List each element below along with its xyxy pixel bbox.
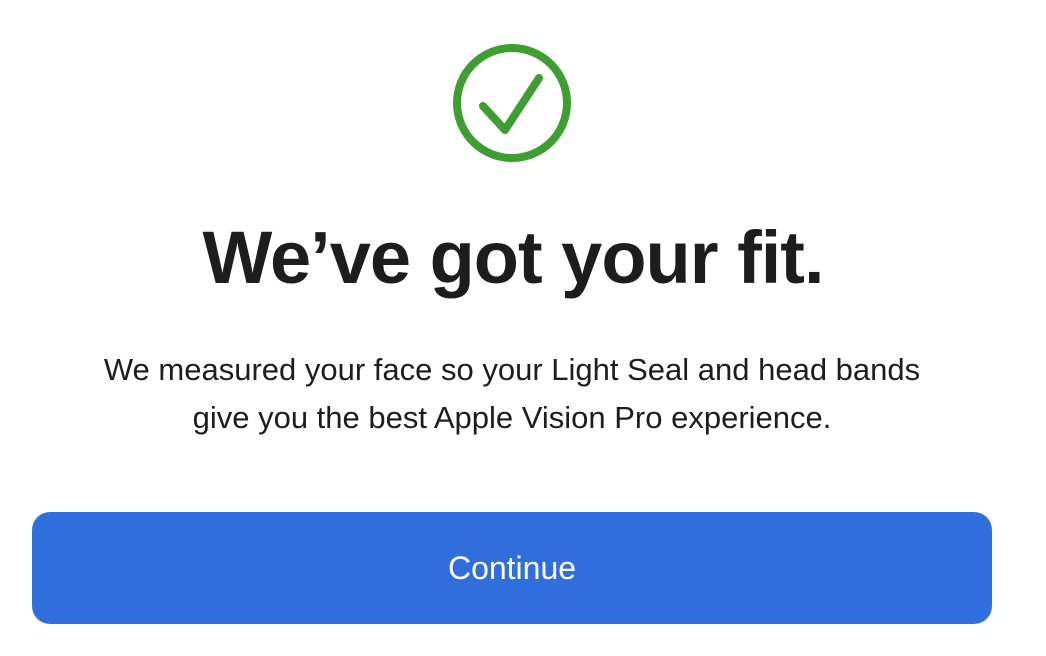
description-line-1: We measured your face so your Light Seal… [103,352,921,387]
page-title: We’ve got your fit. [202,216,824,299]
fit-description: We measured your face so your Light Seal… [40,346,984,442]
description-line-2: give you the best Apple Vision Pro exper… [192,400,832,435]
fit-result-screen: We’ve got your fit. We measured your fac… [0,0,1046,656]
continue-button[interactable]: Continue [32,512,992,624]
checkmark-circle-icon [452,43,572,163]
continue-button-label: Continue [447,549,577,586]
